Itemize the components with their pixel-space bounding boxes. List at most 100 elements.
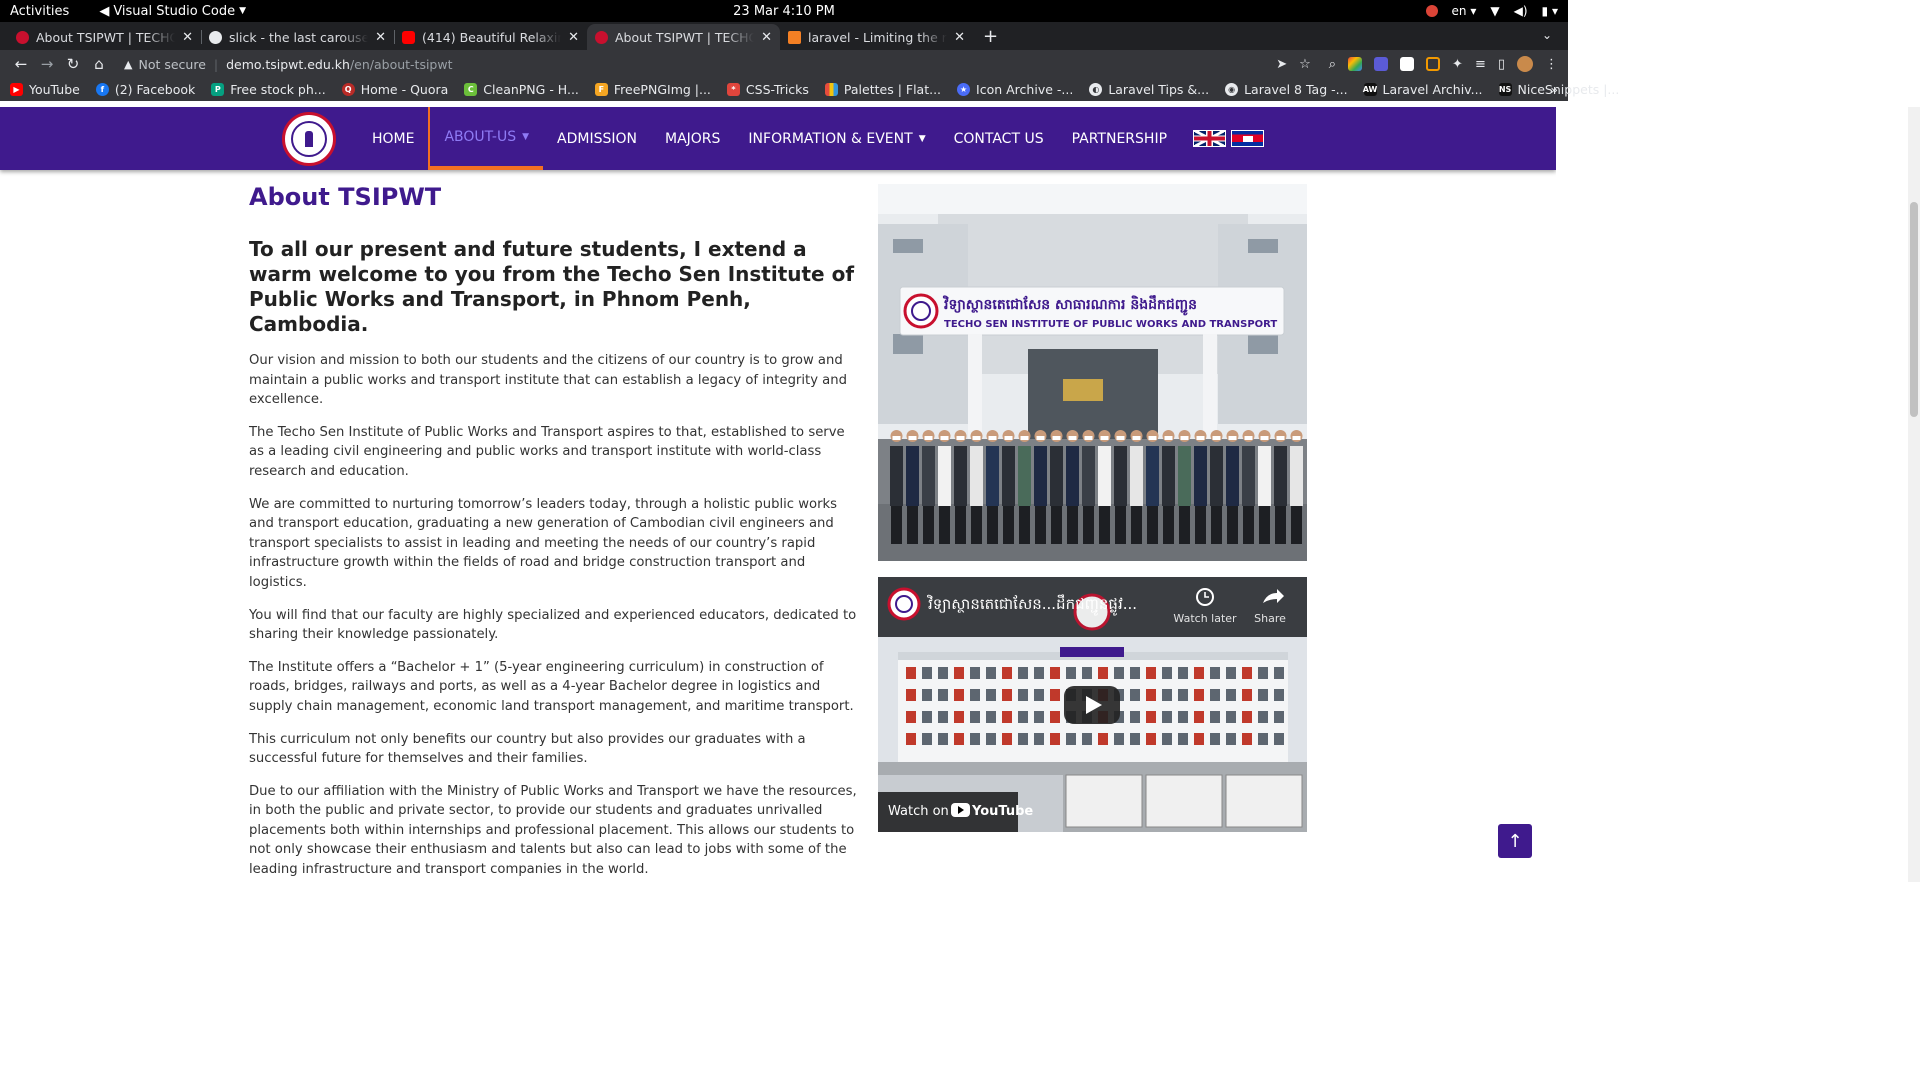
nav-admission[interactable]: ADMISSION bbox=[543, 107, 651, 170]
youtube-video-embed[interactable]: វិទ្យាស្ថានតេជោសែន...ដឹកជញ្ជូនផ្លូវ... W… bbox=[878, 577, 1307, 832]
article-paragraph: You will find that our faculty are highl… bbox=[249, 607, 857, 643]
bookmark-item[interactable]: P Free stock ph... bbox=[211, 82, 326, 97]
bookmark-item[interactable]: ◉ Laravel 8 Tag -... bbox=[1225, 82, 1348, 97]
article-paragraph: This curriculum not only benefits our co… bbox=[249, 731, 806, 767]
divider: | bbox=[213, 56, 219, 72]
home-icon[interactable]: ⌂ bbox=[86, 55, 112, 73]
menu-icon[interactable]: ⋮ bbox=[1545, 57, 1558, 72]
system-tray[interactable]: en ▾ ▼ ◀) ▮ ▾ bbox=[1425, 4, 1568, 18]
nav-majors[interactable]: MAJORS bbox=[651, 107, 734, 170]
bookmark-item[interactable]: C CleanPNG - H... bbox=[464, 82, 579, 97]
close-icon[interactable]: ✕ bbox=[375, 30, 386, 45]
app-menu[interactable]: ◀ Visual Studio Code ▼ bbox=[99, 4, 246, 19]
screenshot-extension-icon[interactable] bbox=[1426, 57, 1441, 71]
nav-information-event[interactable]: INFORMATION & EVENT ▼ bbox=[734, 107, 939, 170]
caret-down-icon: ▼ bbox=[918, 133, 926, 144]
watch-on-label: Watch on bbox=[888, 804, 949, 819]
photo-sign-english: TECHO SEN INSTITUTE OF PUBLIC WORKS AND … bbox=[944, 319, 1277, 330]
reload-icon[interactable]: ↻ bbox=[60, 55, 86, 73]
reading-list-icon[interactable]: ≡ bbox=[1475, 57, 1486, 72]
more-bookmarks-icon[interactable]: » bbox=[1550, 82, 1558, 97]
side-panel-icon[interactable]: ▯ bbox=[1498, 57, 1505, 72]
photo-sign-khmer: វិទ្យាស្ថានតេជោសែន សាធារណការ និងដឹកជញ្ជូ… bbox=[942, 295, 1197, 316]
institute-logo[interactable] bbox=[281, 111, 336, 166]
back-icon[interactable]: ← bbox=[8, 55, 34, 73]
nav-home[interactable]: HOME bbox=[358, 107, 428, 170]
tab-title: About TSIPWT | TECHO SEN bbox=[36, 29, 176, 45]
forward-icon[interactable]: → bbox=[34, 55, 60, 73]
battery-icon: ▮ ▾ bbox=[1541, 4, 1558, 18]
tab-title: (414) Beautiful Relaxing Music bbox=[422, 29, 561, 45]
app-name: Visual Studio Code bbox=[113, 3, 236, 19]
khmer-flag-icon[interactable] bbox=[1231, 130, 1265, 147]
caret-down-icon: ▼ bbox=[522, 131, 530, 142]
bookmark-item[interactable]: ★ Icon Archive -... bbox=[957, 82, 1073, 97]
article-paragraph: The Techo Sen Institute of Public Works … bbox=[249, 424, 845, 479]
browser-tab[interactable]: slick - the last carousel you ✕ bbox=[201, 24, 394, 50]
laravel-tag-icon: ◉ bbox=[1225, 83, 1239, 96]
browser-tab[interactable]: About TSIPWT | TECHO SEN ✕ bbox=[8, 24, 201, 50]
tab-favicon-icon bbox=[402, 30, 415, 44]
color-picker-extension-icon[interactable] bbox=[1348, 57, 1363, 71]
close-icon[interactable]: ✕ bbox=[182, 30, 193, 45]
warning-icon: ▲ bbox=[124, 57, 133, 71]
os-top-bar: Activities ◀ Visual Studio Code ▼ 23 Mar… bbox=[0, 0, 1568, 22]
browser-tab-active[interactable]: About TSIPWT | TECHO SEN ✕ bbox=[587, 24, 780, 50]
bookmark-item[interactable]: NS NiceSnippets |... bbox=[1498, 82, 1619, 97]
nav-contact-us[interactable]: CONTACT US bbox=[940, 107, 1058, 170]
browser-tab[interactable]: (414) Beautiful Relaxing Music ✕ bbox=[394, 24, 587, 50]
address-bar[interactable]: ▲ Not secure | demo.tsipwt.edu.kh /en/ab… bbox=[124, 57, 1276, 72]
tab-favicon-icon bbox=[595, 30, 608, 44]
laravel-archive-icon: AW bbox=[1362, 83, 1378, 96]
bookmark-item[interactable]: AW Laravel Archiv... bbox=[1362, 82, 1483, 97]
browser-tab[interactable]: laravel - Limiting the results ✕ bbox=[780, 24, 973, 50]
facebook-icon: f bbox=[95, 83, 109, 96]
search-icon[interactable]: ⌕ bbox=[1329, 57, 1336, 72]
tab-favicon-icon bbox=[209, 30, 222, 44]
english-flag-icon[interactable] bbox=[1193, 130, 1227, 147]
freepngimg-icon: F bbox=[594, 83, 608, 96]
browser-toolbar: ← → ↻ ⌂ ▲ Not secure | demo.tsipwt.edu.k… bbox=[0, 50, 1568, 78]
tab-title: slick - the last carousel you bbox=[229, 29, 369, 45]
tab-search-chevron-icon[interactable]: ⌄ bbox=[1542, 28, 1552, 42]
puzzle-icon[interactable]: ✦ bbox=[1452, 57, 1463, 72]
nav-partnership[interactable]: PARTNERSHIP bbox=[1058, 107, 1181, 170]
close-icon[interactable]: ✕ bbox=[761, 30, 772, 45]
b-extension-icon[interactable] bbox=[1400, 57, 1415, 71]
bookmark-star-icon[interactable]: ☆ bbox=[1299, 57, 1311, 72]
tab-favicon-icon bbox=[788, 30, 801, 44]
shield-extension-icon[interactable] bbox=[1374, 57, 1389, 71]
bookmark-item[interactable]: * CSS-Tricks bbox=[726, 82, 809, 97]
wifi-icon: ▼ bbox=[1490, 4, 1500, 18]
video-title: វិទ្យាស្ថានតេជោសែន...ដឹកជញ្ជូនផ្លូវ... bbox=[927, 594, 1137, 616]
web-page: HOME ABOUT-US ▼ ADMISSION MAJORS INFORMAT… bbox=[0, 107, 1556, 882]
bookmark-item[interactable]: Palettes | Flat... bbox=[824, 82, 941, 97]
scroll-to-top-button[interactable]: ↑ bbox=[1498, 824, 1532, 858]
bookmark-item[interactable]: F FreePNGImg |... bbox=[594, 82, 711, 97]
tab-favicon-icon bbox=[16, 30, 29, 44]
bookmark-item[interactable]: ◐ Laravel Tips &... bbox=[1089, 82, 1209, 97]
cleanpng-icon: C bbox=[464, 83, 478, 96]
campus-group-photo: វិទ្យាស្ថានតេជោសែន សាធារណការ និងដឹកជញ្ជូ… bbox=[878, 184, 1307, 561]
arrow-up-icon: ↑ bbox=[1507, 830, 1523, 852]
close-icon[interactable]: ✕ bbox=[954, 30, 965, 45]
close-icon[interactable]: ✕ bbox=[568, 30, 579, 45]
youtube-wordmark: YouTube bbox=[971, 804, 1033, 819]
send-icon[interactable]: ➤ bbox=[1276, 57, 1287, 72]
scrollbar-thumb[interactable] bbox=[1910, 202, 1918, 417]
tab-title: laravel - Limiting the results bbox=[808, 29, 947, 45]
bookmarks-bar: ▶ YouTube f (2) Facebook P Free stock ph...… bbox=[0, 78, 1619, 101]
page-scrollbar[interactable] bbox=[1908, 107, 1920, 882]
globe-icon: ◐ bbox=[1089, 83, 1103, 96]
bookmark-item[interactable]: f (2) Facebook bbox=[95, 82, 195, 97]
bookmark-item[interactable]: Q Home - Quora bbox=[341, 82, 448, 97]
avatar[interactable] bbox=[1517, 56, 1533, 72]
activities-button[interactable]: Activities bbox=[0, 4, 69, 19]
chrome-indicator-icon bbox=[1425, 5, 1438, 17]
new-tab-button[interactable]: + bbox=[973, 26, 1008, 50]
palette-icon bbox=[824, 83, 838, 96]
nicesnippets-icon: NS bbox=[1498, 83, 1512, 96]
nav-about-us[interactable]: ABOUT-US ▼ bbox=[428, 107, 544, 170]
bookmark-item[interactable]: ▶ YouTube bbox=[10, 82, 80, 97]
language-indicator[interactable]: en ▾ bbox=[1452, 4, 1477, 18]
